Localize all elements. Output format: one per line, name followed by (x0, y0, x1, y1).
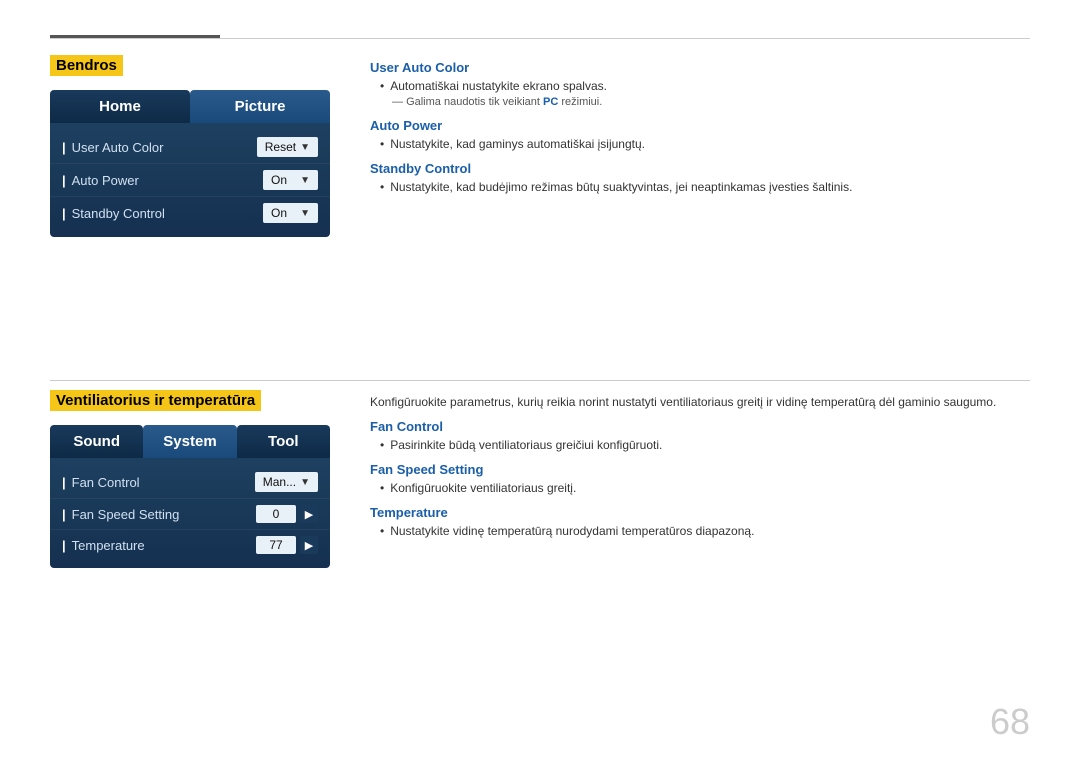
menu-row-standby-control: Standby Control On ▼ (50, 197, 330, 229)
fan-speed-arrow-btn[interactable]: ▶ (300, 505, 318, 523)
fan-control-dropdown[interactable]: Man... ▼ (255, 472, 318, 492)
bottom-description-panel: Konfigūruokite parametrus, kurių reikia … (370, 390, 1030, 568)
top-section: Bendros Home Picture User Auto Color Res… (50, 55, 1030, 237)
fan-control-value[interactable]: Man... ▼ (255, 472, 318, 492)
tab-tool[interactable]: Tool (237, 425, 330, 458)
user-auto-color-label: User Auto Color (62, 140, 257, 155)
standby-control-dropdown[interactable]: On ▼ (263, 203, 318, 223)
desc-heading-standby-control: Standby Control (370, 161, 1030, 176)
tab-sound[interactable]: Sound (50, 425, 143, 458)
auto-power-label: Auto Power (62, 173, 263, 188)
temperature-arrow-btn[interactable]: ▶ (300, 536, 318, 554)
dropdown-arrow-icon: ▼ (300, 142, 310, 153)
page-number: 68 (990, 701, 1030, 743)
pc-label: PC (543, 96, 558, 108)
temperature-valuebox: 77 (256, 536, 296, 554)
desc-sub-user-auto-color: Galima naudotis tik veikiant PC režimiui… (392, 96, 1030, 108)
menu-row-auto-power: Auto Power On ▼ (50, 164, 330, 197)
menu-row-fan-control: Fan Control Man... ▼ (50, 466, 330, 499)
desc-heading-fan-control: Fan Control (370, 419, 1030, 434)
desc-heading-temperature: Temperature (370, 505, 1030, 520)
bottom-section: Ventiliatorius ir temperatūra Sound Syst… (50, 390, 1030, 568)
section-divider (50, 380, 1030, 381)
menu-row-user-auto-color: User Auto Color Reset ▼ (50, 131, 330, 164)
bottom-menu: Sound System Tool Fan Control Man... ▼ (50, 425, 330, 568)
bottom-menu-body: Fan Control Man... ▼ Fan Speed Setting 0… (50, 458, 330, 568)
tab-system[interactable]: System (143, 425, 236, 458)
temperature-value[interactable]: 77 ▶ (256, 536, 318, 554)
menu-row-temperature: Temperature 77 ▶ (50, 530, 330, 560)
dropdown-arrow-icon: ▼ (300, 477, 310, 488)
dropdown-arrow-icon: ▼ (300, 175, 310, 186)
top-menu-tabs: Home Picture (50, 90, 330, 123)
standby-control-value[interactable]: On ▼ (263, 203, 318, 223)
bottom-menu-panel: Ventiliatorius ir temperatūra Sound Syst… (50, 390, 330, 568)
tab-picture[interactable]: Picture (190, 90, 330, 123)
menu-row-fan-speed: Fan Speed Setting 0 ▶ (50, 499, 330, 530)
standby-control-label: Standby Control (62, 206, 263, 221)
top-rule (50, 38, 1030, 39)
desc-heading-user-auto-color: User Auto Color (370, 60, 1030, 75)
user-auto-color-value[interactable]: Reset ▼ (257, 137, 318, 157)
fan-control-label: Fan Control (62, 475, 255, 490)
top-section-title: Bendros (50, 55, 123, 76)
temperature-label: Temperature (62, 538, 256, 553)
desc-heading-fan-speed: Fan Speed Setting (370, 462, 1030, 477)
fan-speed-valuebox: 0 (256, 505, 296, 523)
desc-heading-auto-power: Auto Power (370, 118, 1030, 133)
top-menu: Home Picture User Auto Color Reset ▼ (50, 90, 330, 237)
tab-home[interactable]: Home (50, 90, 190, 123)
top-description-panel: User Auto Color Automatiškai nustatykite… (370, 55, 1030, 237)
user-auto-color-dropdown[interactable]: Reset ▼ (257, 137, 318, 157)
bottom-menu-tabs: Sound System Tool (50, 425, 330, 458)
desc-bullet-fan-speed: Konfigūruokite ventiliatoriaus greitį. (380, 481, 1030, 495)
auto-power-dropdown[interactable]: On ▼ (263, 170, 318, 190)
desc-bullet-auto-power: Nustatykite, kad gaminys automatiškai įs… (380, 137, 1030, 151)
bottom-section-title: Ventiliatorius ir temperatūra (50, 390, 261, 411)
top-menu-panel: Bendros Home Picture User Auto Color Res… (50, 55, 330, 237)
auto-power-value[interactable]: On ▼ (263, 170, 318, 190)
fan-speed-label: Fan Speed Setting (62, 507, 256, 522)
desc-bullet-fan-control: Pasirinkite būdą ventiliatoriaus greičiu… (380, 438, 1030, 452)
top-menu-body: User Auto Color Reset ▼ Auto Power On (50, 123, 330, 237)
fan-speed-value[interactable]: 0 ▶ (256, 505, 318, 523)
desc-bullet-temperature: Nustatykite vidinę temperatūrą nurodydam… (380, 524, 1030, 538)
dropdown-arrow-icon: ▼ (300, 208, 310, 219)
bottom-desc-intro: Konfigūruokite parametrus, kurių reikia … (370, 395, 1030, 409)
desc-bullet-standby-control: Nustatykite, kad budėjimo režimas būtų s… (380, 180, 1030, 194)
desc-bullet-user-auto-color: Automatiškai nustatykite ekrano spalvas. (380, 79, 1030, 93)
